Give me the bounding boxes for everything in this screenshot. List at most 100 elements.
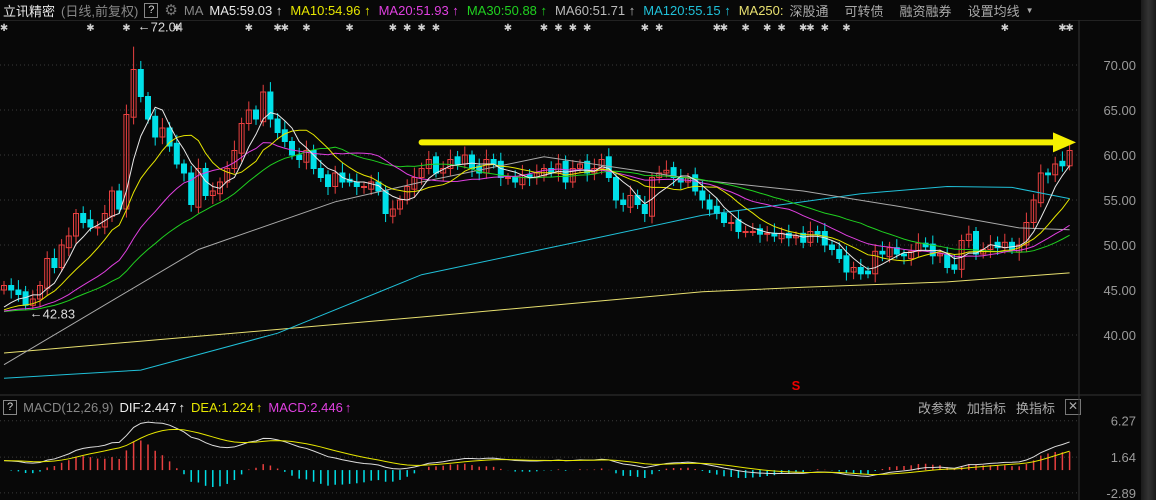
ma120-line (3, 185, 1070, 379)
low-label: 42.83 (43, 307, 76, 322)
candle-down (605, 156, 612, 179)
candle-down (253, 109, 259, 120)
dea-line (3, 428, 1070, 475)
trend-arrow-head-icon (1053, 132, 1076, 153)
candle-down (857, 267, 864, 275)
candle-down (116, 190, 123, 210)
candle-down (735, 219, 742, 233)
candle-down (843, 255, 850, 273)
info-marker-icon: ✱ (655, 23, 663, 34)
candle-up (728, 222, 735, 224)
info-marker-icon: ✱ (641, 23, 649, 34)
info-marker-icon: ✱ (302, 23, 310, 34)
price-tick-label: 40.00 (1103, 328, 1136, 343)
candle-down (879, 250, 886, 255)
price-tick-label: 55.00 (1103, 193, 1136, 208)
candle-down (87, 219, 94, 228)
info-marker-icon: ✱ (122, 23, 130, 34)
candle-down (166, 127, 173, 147)
candle-down (51, 258, 58, 268)
macd-tick-label: 6.27 (1111, 414, 1136, 429)
candle-down (613, 177, 619, 201)
price-tick-label: 70.00 (1103, 58, 1136, 73)
candle-down (454, 156, 461, 165)
candle-down (829, 244, 835, 250)
info-marker-icon: ✱ (417, 23, 425, 34)
candle-down (836, 249, 843, 259)
candle-down (1059, 160, 1066, 167)
candle-down (15, 289, 22, 295)
candle-down (325, 174, 331, 188)
info-marker-icon: ✱ (1065, 23, 1073, 34)
info-marker-icon: ✱ (821, 23, 829, 34)
candle-down (137, 69, 144, 97)
arrow-left-icon: ← (138, 19, 151, 34)
candle-down (865, 270, 871, 275)
candle-down (699, 190, 706, 201)
info-marker-icon: ✱ (806, 23, 814, 34)
candle-down (469, 154, 475, 169)
candle-down (951, 264, 958, 270)
info-marker-icon: ✱ (741, 23, 749, 34)
candle-down (1045, 172, 1051, 176)
info-marker-icon: ✱ (1001, 23, 1009, 34)
candle-down (382, 190, 389, 214)
candle-down (296, 154, 303, 160)
candle-down (785, 232, 792, 239)
candle-down (188, 172, 195, 205)
info-marker-icon: ✱ (583, 23, 591, 34)
candle-up (742, 231, 749, 233)
info-marker-icon: ✱ (763, 23, 771, 34)
info-marker-icon: ✱ (345, 23, 353, 34)
info-marker-icon: ✱ (720, 23, 728, 34)
candle-down (814, 231, 821, 235)
candle-down (8, 285, 15, 291)
price-tick-label: 50.00 (1103, 238, 1136, 253)
candle-down (274, 118, 281, 133)
info-marker-icon: ✱ (389, 23, 397, 34)
candle-down (490, 159, 497, 165)
candle-up (94, 226, 101, 229)
candle-up (764, 232, 771, 235)
candle-down (267, 91, 274, 120)
candle-down (692, 174, 699, 192)
candle-down (173, 142, 180, 165)
info-marker-icon: ✱ (281, 23, 289, 34)
candle-up (749, 231, 756, 233)
kline-chart[interactable]: 70.0065.0060.0055.0050.0045.0040.00← 72.0… (0, 0, 1141, 500)
info-marker-icon: ✱ (504, 23, 512, 34)
info-marker-icon: ✱ (569, 23, 577, 34)
info-marker-icon: ✱ (173, 23, 181, 34)
macd-tick-label: 1.64 (1111, 450, 1136, 465)
candle-down (289, 141, 295, 156)
price-tick-label: 60.00 (1103, 148, 1136, 163)
candle-down (706, 199, 713, 210)
candle-down (901, 253, 907, 257)
arrow-left-icon: ← (30, 306, 43, 321)
info-marker-icon: ✱ (86, 23, 94, 34)
sell-signal: S (792, 378, 801, 393)
candle-down (1009, 241, 1015, 251)
candle-down (944, 253, 951, 268)
candle-down (152, 115, 159, 138)
candle-down (721, 213, 727, 223)
info-marker-icon: ✱ (842, 23, 850, 34)
info-marker-icon: ✱ (777, 23, 785, 34)
info-marker-icon: ✱ (245, 23, 253, 34)
candle-down (512, 177, 519, 183)
info-marker-icon: ✱ (432, 23, 440, 34)
candle-down (181, 163, 187, 174)
candle-down (80, 213, 87, 223)
info-marker-icon: ✱ (0, 23, 8, 34)
vertical-scrollbar[interactable] (1141, 0, 1156, 500)
macd-tick-label: -2.89 (1106, 486, 1136, 500)
info-marker-icon: ✱ (540, 23, 548, 34)
candle-down (713, 205, 720, 215)
info-marker-icon: ✱ (403, 23, 411, 34)
candle-down (620, 199, 627, 205)
candle-down (145, 96, 151, 120)
candle-down (433, 156, 439, 174)
candle-up (361, 186, 367, 188)
price-tick-label: 65.00 (1103, 103, 1136, 118)
price-tick-label: 45.00 (1103, 283, 1136, 298)
